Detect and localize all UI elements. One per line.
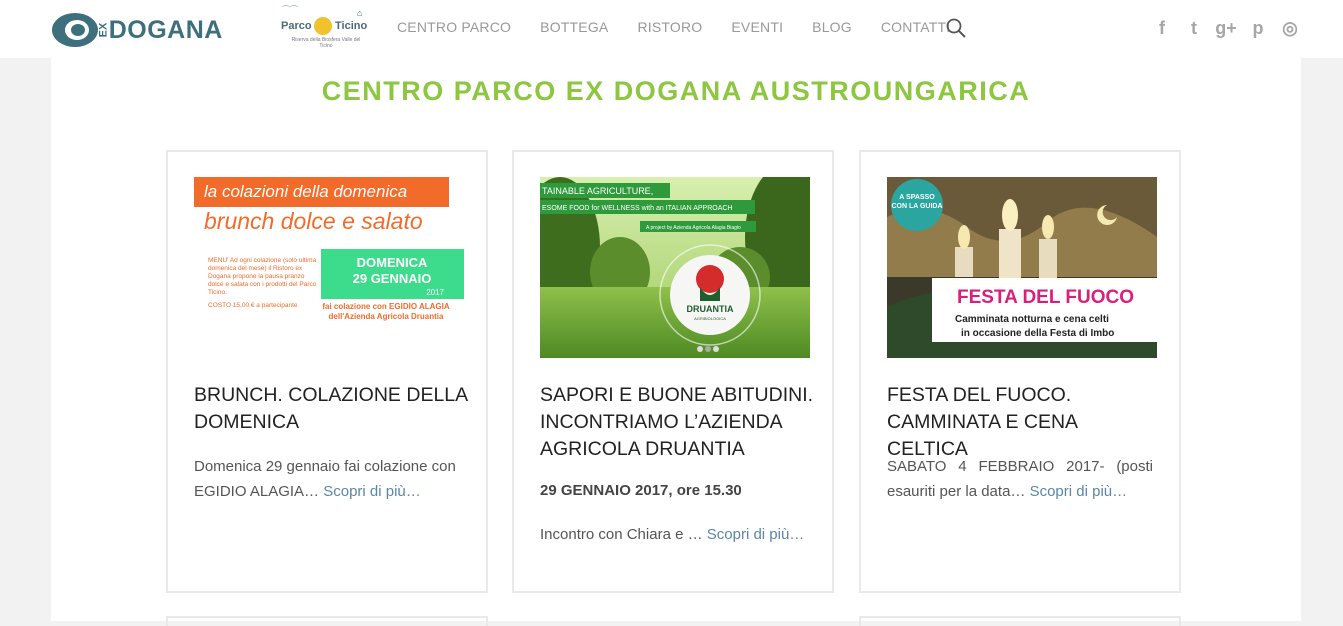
img-banner-2: ESOME FOOD for WELLNESS with an ITALIAN … xyxy=(542,205,732,212)
img-headline: FESTA DEL FUOCO xyxy=(957,287,1134,308)
instagram-icon[interactable]: ◎ xyxy=(1280,17,1300,39)
nav-contatti[interactable]: CONTATTI xyxy=(881,19,951,35)
img-with-text: fai colazione con EGIDIO ALAGIA dell'Azi… xyxy=(322,302,450,321)
post-image-brunch[interactable]: la colazioni della domenica brunch dolce… xyxy=(194,177,464,358)
next-post-card xyxy=(859,616,1181,626)
img-costo-text: COSTO 15,00 € a partecipante xyxy=(208,302,298,309)
post-title[interactable]: BRUNCH. COLAZIONE DELLA DOMENICA xyxy=(194,382,469,436)
img-badge-1: A SPASSO xyxy=(899,194,935,201)
page-title: CENTRO PARCO EX DOGANA AUSTROUNGARICA xyxy=(321,76,1031,106)
logo-ex: EX xyxy=(97,22,110,38)
parco-ticino-logo[interactable]: ⌒⌒ Parco Ticino ⌂ Riserva della Biosfera… xyxy=(278,4,372,52)
next-post-card xyxy=(166,616,488,626)
img-badge-day: DOMENICA xyxy=(357,255,428,270)
img-banner-1: TAINABLE AGRICULTURE, xyxy=(542,186,653,196)
img-line-1: la colazioni della domenica xyxy=(204,182,407,201)
eye-logo-icon xyxy=(52,13,98,47)
img-brand: DRUANTIA xyxy=(687,304,734,314)
nav-ristoro[interactable]: RISTORO xyxy=(637,19,702,35)
img-menu-text: MENU' Ad ogni colazione (solo ultima dom… xyxy=(208,257,317,296)
main-nav: CENTRO PARCO BOTTEGA RISTORO EVENTI BLOG… xyxy=(397,19,979,35)
post-image-druantia[interactable]: TAINABLE AGRICULTURE, ESOME FOOD for WEL… xyxy=(540,177,810,358)
img-banner-3: A project by Azienda Agricola Alagia Bia… xyxy=(646,225,741,231)
sun-icon xyxy=(314,17,332,35)
nav-centro-parco[interactable]: CENTRO PARCO xyxy=(397,19,511,35)
nav-bottega[interactable]: BOTTEGA xyxy=(540,19,608,35)
post-card-druantia: TAINABLE AGRICULTURE, ESOME FOOD for WEL… xyxy=(512,150,834,593)
logo-text: DOGANA xyxy=(108,15,223,44)
search-icon[interactable] xyxy=(946,18,966,38)
post-title[interactable]: SAPORI E BUONE ABITUDINI. INCONTRIAMO L’… xyxy=(540,382,815,463)
img-sub-2: in occasione della Festa di Imbo xyxy=(961,328,1114,339)
facebook-icon[interactable]: f xyxy=(1152,17,1172,39)
social-links: f t g+ p ◎ xyxy=(1152,17,1300,39)
excerpt-text: Incontro con Chiara e … xyxy=(540,526,703,543)
img-badge-2: CON LA GUIDA xyxy=(891,203,942,210)
google-plus-icon[interactable]: g+ xyxy=(1215,17,1237,39)
site-header: EX DOGANA ⌒⌒ Parco Ticino ⌂ Riserva dell… xyxy=(0,0,1343,58)
parco-logo-text-1: Parco xyxy=(281,20,312,32)
post-excerpt: SABATO 4 FEBBRAIO 2017- (posti esauriti … xyxy=(887,454,1153,504)
img-badge-date: 29 GENNAIO xyxy=(353,271,432,286)
post-card-brunch: la colazioni della domenica brunch dolce… xyxy=(166,150,488,593)
post-title[interactable]: FESTA DEL FUOCO. CAMMINATA E CENA CELTIC… xyxy=(887,382,1162,463)
building-icon: ⌂ xyxy=(357,8,363,18)
img-badge-year: 2017 xyxy=(426,288,444,297)
read-more-link[interactable]: Scopri di più… xyxy=(1030,483,1128,500)
read-more-link[interactable]: Scopri di più… xyxy=(323,483,421,500)
twitter-icon[interactable]: t xyxy=(1184,17,1204,39)
parco-logo-subtitle: Riserva della Biosfera Valle del Ticino xyxy=(291,37,361,49)
nav-eventi[interactable]: EVENTI xyxy=(731,19,783,35)
post-excerpt: Domenica 29 gennaio fai colazione con EG… xyxy=(194,454,460,504)
main-content: CENTRO PARCO EX DOGANA AUSTROUNGARICA la… xyxy=(51,58,1301,626)
post-card-festa-fuoco: A SPASSO CON LA GUIDA FESTA DEL FUOCO Ca… xyxy=(859,150,1181,593)
post-image-festa-fuoco[interactable]: A SPASSO CON LA GUIDA FESTA DEL FUOCO Ca… xyxy=(887,177,1157,358)
pinterest-icon[interactable]: p xyxy=(1248,17,1268,39)
nav-blog[interactable]: BLOG xyxy=(812,19,852,35)
img-sub-1: Camminata notturna e cena celti xyxy=(955,314,1109,325)
post-date: 29 GENNAIO 2017, ore 15.30 xyxy=(540,482,742,499)
ex-dogana-logo[interactable]: EX DOGANA xyxy=(52,8,223,52)
parco-logo-text-2: Ticino xyxy=(335,20,368,32)
post-excerpt: Incontro con Chiara e … Scopri di più… xyxy=(540,522,806,547)
img-line-2: brunch dolce e salato xyxy=(204,208,423,234)
img-brand-sub: AGRIBIOLOGICA xyxy=(694,316,726,321)
read-more-link[interactable]: Scopri di più… xyxy=(707,526,805,543)
bird-icon: ⌒⌒ xyxy=(282,5,298,14)
